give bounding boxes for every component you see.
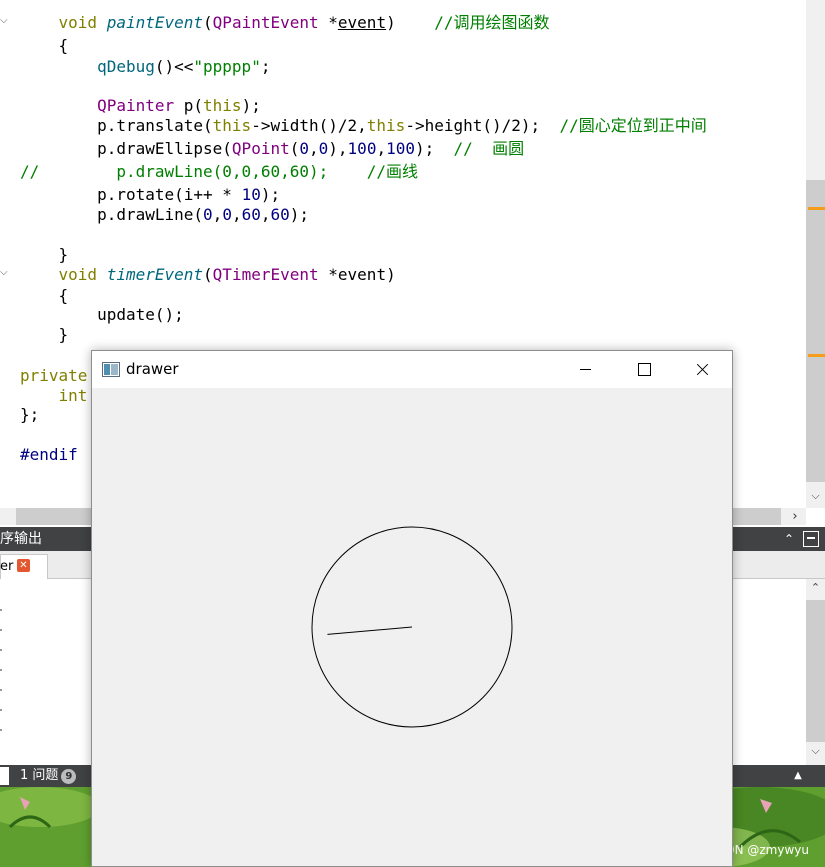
code-line[interactable]: private <box>20 366 87 386</box>
code-line[interactable]: int <box>20 386 88 406</box>
close-icon[interactable]: ✕ <box>17 559 30 572</box>
paint-canvas[interactable] <box>92 388 732 866</box>
output-line-marker <box>0 629 2 631</box>
scroll-down-icon[interactable]: ⌵ <box>806 744 825 762</box>
output-line-marker <box>0 689 2 691</box>
code-line[interactable]: QPainter p(this); <box>20 96 261 116</box>
drawn-rotated-line <box>327 626 413 635</box>
code-line[interactable]: { <box>20 286 69 306</box>
code-line-paintevent[interactable]: void paintEvent(QPaintEvent *event) //调用… <box>20 13 550 33</box>
code-line[interactable]: p.rotate(i++ * 10); <box>20 185 280 205</box>
output-line-marker <box>0 649 2 651</box>
editor-gutter: ⌵ ⌵ <box>0 0 16 508</box>
locator-input[interactable] <box>0 767 9 785</box>
code-line-timerevent[interactable]: void timerEvent(QTimerEvent *event) <box>20 265 396 285</box>
scrollbar-thumb[interactable] <box>806 600 825 742</box>
code-line[interactable]: } <box>20 325 69 345</box>
output-line-marker <box>0 709 2 711</box>
issues-tab[interactable]: 1 问题 9 <box>20 765 77 787</box>
window-title: drawer <box>126 360 179 378</box>
output-line-marker <box>0 729 2 731</box>
drawer-window[interactable]: drawer <box>91 350 733 867</box>
fold-arrow-icon[interactable]: ⌵ <box>0 15 8 26</box>
maximize-pane-icon[interactable] <box>803 531 819 547</box>
issues-count-badge: 9 <box>61 769 77 784</box>
output-tab-label[interactable]: er <box>0 559 13 574</box>
code-line[interactable]: #endif <box>20 445 78 465</box>
code-line[interactable]: update(); <box>20 305 184 325</box>
scroll-marker <box>808 207 825 210</box>
canvas-drawing <box>311 526 513 728</box>
code-line[interactable]: qDebug()<<"ppppp"; <box>20 57 270 77</box>
window-titlebar[interactable]: drawer <box>92 351 732 388</box>
maximize-icon[interactable] <box>614 351 672 388</box>
output-line-marker <box>0 669 2 671</box>
code-line[interactable]: }; <box>20 405 39 425</box>
scroll-down-icon[interactable]: ⌵ <box>806 486 825 506</box>
scroll-marker <box>808 354 825 357</box>
code-line[interactable]: { <box>20 36 69 56</box>
scroll-right-icon[interactable]: › <box>784 508 806 525</box>
code-line[interactable]: p.drawEllipse(QPoint(0,0),100,100); // 画… <box>20 139 524 159</box>
scroll-up-icon[interactable]: ⌃ <box>806 581 825 599</box>
output-line-marker <box>0 609 2 611</box>
minimize-icon[interactable] <box>556 351 614 388</box>
code-line[interactable]: } <box>20 245 69 265</box>
issues-label: 1 问题 <box>20 768 59 783</box>
chevron-up-icon[interactable]: ⌃ <box>781 531 797 547</box>
code-line-commented[interactable]: // p.drawLine(0,0,60,60); //画线 <box>20 162 418 182</box>
code-line[interactable]: p.drawLine(0,0,60,60); <box>20 205 309 225</box>
fold-arrow-icon[interactable]: ⌵ <box>0 267 8 278</box>
scrollbar-thumb[interactable] <box>806 180 825 482</box>
output-pane-title: 序输出 <box>0 531 42 547</box>
chevron-up-icon[interactable]: ▲ <box>790 765 806 787</box>
close-window-icon[interactable] <box>672 351 730 388</box>
code-line[interactable]: p.translate(this->width()/2,this->height… <box>20 116 707 136</box>
app-icon <box>102 362 120 377</box>
